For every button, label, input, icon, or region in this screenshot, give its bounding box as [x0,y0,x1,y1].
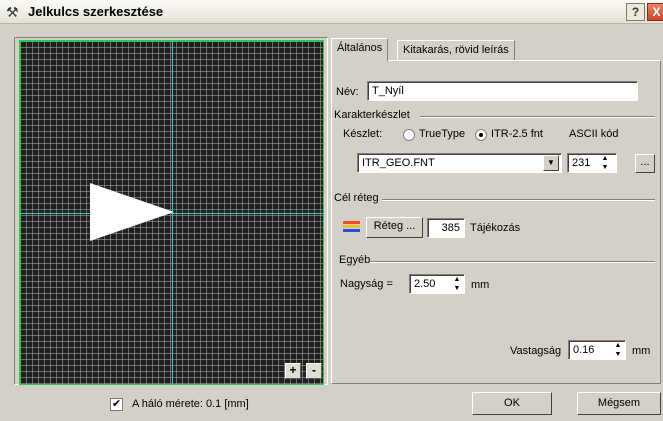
charset-group-label: Karakterkészlet [334,109,410,121]
itr-radio[interactable] [475,129,487,141]
set-label: Készlet: [343,128,383,140]
layers-icon[interactable] [341,220,363,234]
help-button[interactable]: ? [626,3,645,21]
thickness-spinner[interactable]: ▲ ▼ [611,341,625,359]
size-label: Nagyság = [340,278,393,290]
title-bar: ⚒ Jelkulcs szerkesztése ? X [0,0,663,24]
layer-name-label: Tájékozás [470,222,521,234]
target-layer-group-label: Cél réteg [334,192,379,204]
thickness-label: Vastagság [510,345,562,357]
ok-button[interactable]: OK [472,392,552,415]
other-group-line [370,261,655,263]
tab-masking[interactable]: Kitakarás, rövid leírás [397,40,515,60]
name-label: Név: [336,86,359,98]
zoom-in-button[interactable]: + [285,363,301,379]
chevron-down-icon[interactable]: ▼ [543,155,559,171]
cancel-button[interactable]: Mégsem [577,392,661,415]
truetype-radio[interactable] [403,129,415,141]
size-spinner[interactable]: ▲ ▼ [450,275,464,293]
symbol-canvas[interactable] [19,40,324,385]
size-unit: mm [471,279,490,291]
layer-button[interactable]: Réteg ... [366,217,423,238]
charset-group-line [420,116,655,118]
tools-icon: ⚒ [6,4,19,20]
other-group-label: Egyéb [339,254,371,266]
size-value: 2.50 [414,278,436,290]
grid-size-label: A háló mérete: 0.1 [mm] [132,398,249,410]
thickness-value: 0.16 [573,344,595,356]
itr-label: ITR-2.5 fnt [491,128,543,140]
target-layer-group-line [382,199,655,201]
ascii-spinner[interactable]: ▲ ▼ [598,154,612,172]
truetype-label: TrueType [419,128,466,140]
grid-size-checkbox[interactable]: ✔ [110,398,123,411]
browse-button[interactable]: ... [635,154,655,173]
ascii-code-value: 231 [572,157,591,169]
close-button[interactable]: X [647,3,663,21]
ascii-label: ASCII kód [569,128,619,140]
tab-general[interactable]: Általános [331,38,389,61]
layer-number-input[interactable]: 385 [427,218,465,238]
window-title: Jelkulcs szerkesztése [28,4,164,19]
zoom-out-button[interactable]: - [306,363,322,379]
arrow-symbol-shape [90,183,174,241]
thickness-unit: mm [632,345,651,357]
font-select[interactable]: ITR_GEO.FNT [357,153,562,173]
font-select-value: ITR_GEO.FNT [362,157,435,169]
name-input[interactable]: T_Nyíl [367,81,638,101]
